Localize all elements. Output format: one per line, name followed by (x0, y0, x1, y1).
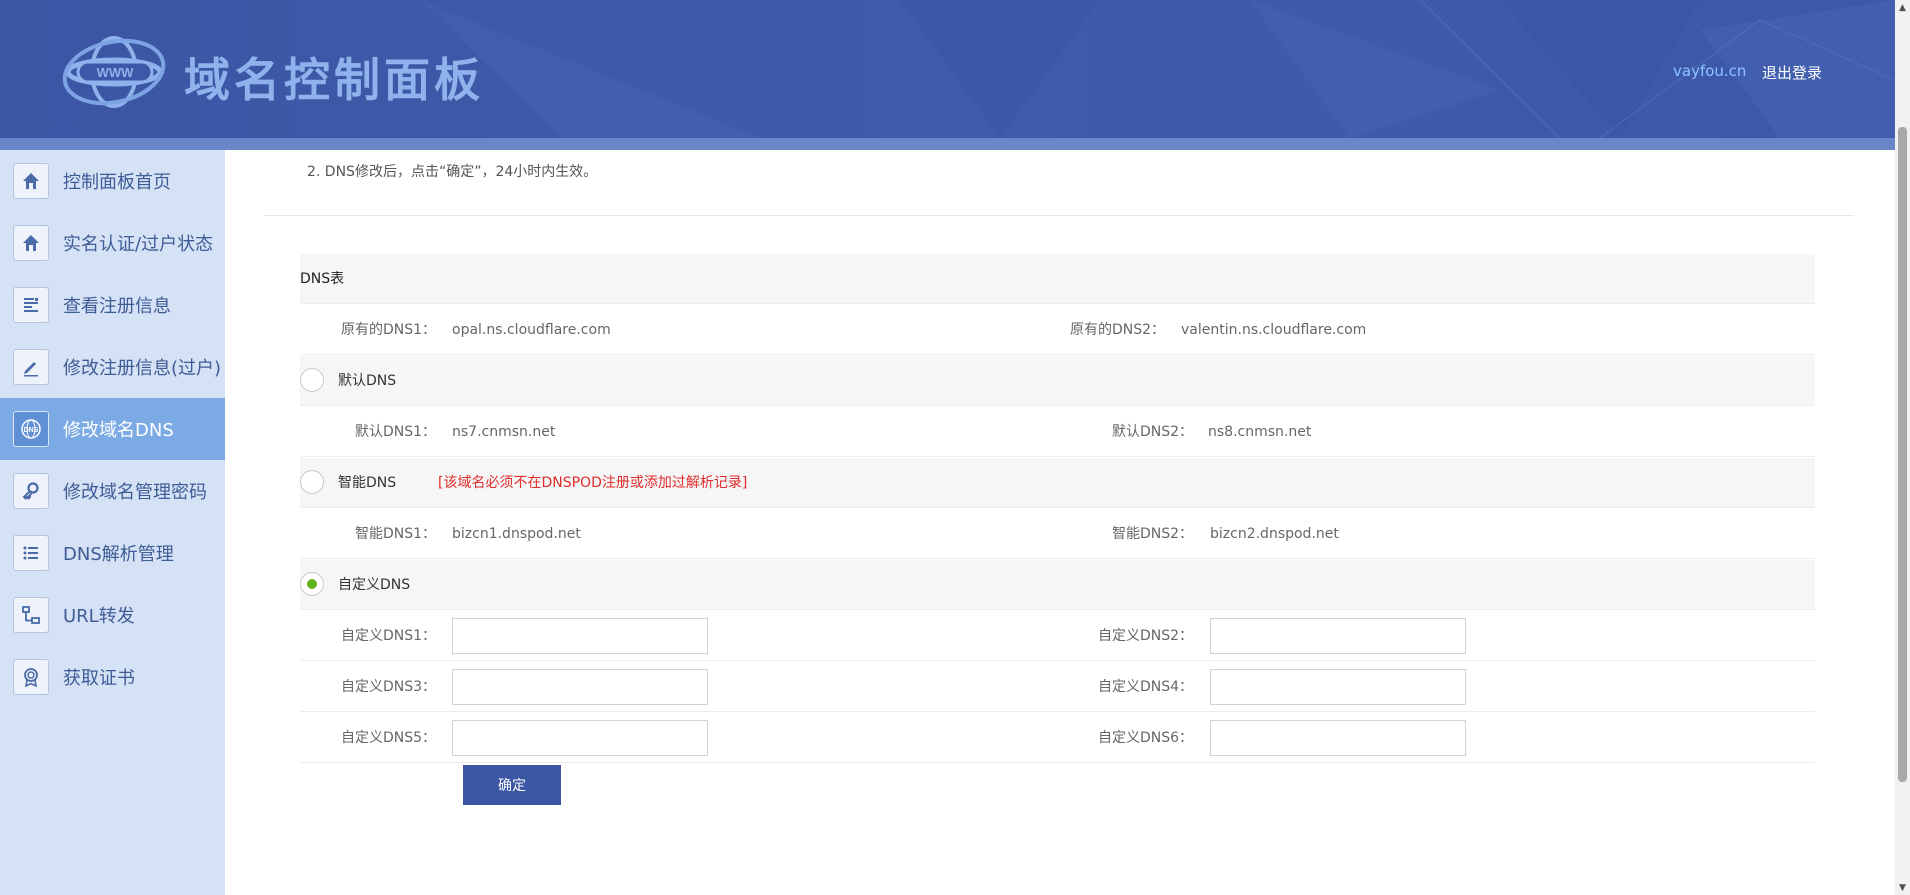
dns-table-header-row: DNS表 (300, 254, 1815, 304)
custom-dns1-input[interactable] (452, 618, 708, 654)
custom-dns3-input[interactable] (452, 669, 708, 705)
smart-dns1-label: 智能DNS1： (355, 526, 437, 542)
scroll-down-arrow-icon[interactable]: ▼ (1895, 880, 1910, 895)
sidebar: 控制面板首页 实名认证/过户状态 查看注册信息 修改注册信息(过户) DNS 修… (0, 150, 225, 895)
sidebar-item-modify-dns[interactable]: DNS 修改域名DNS (0, 398, 225, 460)
default-dns-radio[interactable] (300, 368, 324, 392)
sidebar-item-label: 查看注册信息 (63, 296, 171, 317)
original-dns-row: 原有的DNS1： opal.ns.cloudflare.com 原有的DNS2：… (300, 305, 1815, 355)
scroll-up-arrow-icon[interactable]: ▲ (1895, 0, 1910, 15)
custom-dns-option-label[interactable]: 自定义DNS (338, 560, 410, 610)
document-list-icon (13, 287, 49, 323)
pencil-icon (13, 349, 49, 385)
custom-dns-option-row: 自定义DNS (300, 560, 1815, 610)
custom-dns-row-2: 自定义DNS3： 自定义DNS4： (300, 662, 1815, 712)
default-dns2-label: 默认DNS2： (1112, 424, 1194, 440)
sidebar-item-label: 获取证书 (63, 668, 135, 689)
original-dns2-label: 原有的DNS2： (1070, 322, 1166, 338)
original-dns1-value: opal.ns.cloudflare.com (452, 322, 611, 338)
certificate-icon (13, 659, 49, 695)
table-title: DNS表 (300, 271, 345, 287)
instruction-note: 2. DNS修改后，点击“确定”，24小时内生效。 (307, 164, 598, 180)
sidebar-item-certificate[interactable]: 获取证书 (0, 646, 225, 708)
sidebar-item-url-forwarding[interactable]: URL转发 (0, 584, 225, 646)
header-strip (0, 138, 1895, 150)
sidebar-item-realname-status[interactable]: 实名认证/过户状态 (0, 212, 225, 274)
original-dns2-value: valentin.ns.cloudflare.com (1181, 322, 1367, 338)
logout-link[interactable]: 退出登录 (1762, 62, 1822, 83)
smart-dns2-value: bizcn2.dnspod.net (1210, 526, 1339, 542)
sidebar-item-label: URL转发 (63, 606, 135, 627)
custom-dns2-label: 自定义DNS2： (1098, 628, 1194, 644)
default-dns-values-row: 默认DNS1： ns7.cnmsn.net 默认DNS2： ns8.cnmsn.… (300, 407, 1815, 457)
custom-dns1-label: 自定义DNS1： (341, 628, 437, 644)
smart-dns2-label: 智能DNS2： (1112, 526, 1194, 542)
confirm-button[interactable]: 确定 (463, 765, 561, 805)
sidebar-item-label: 实名认证/过户状态 (63, 234, 214, 255)
brand-title: 域名控制面板 (184, 53, 484, 107)
divider (264, 215, 1854, 216)
custom-dns-radio[interactable] (300, 572, 324, 596)
custom-dns5-label: 自定义DNS5： (341, 730, 437, 746)
sidebar-item-modify-password[interactable]: 修改域名管理密码 (0, 460, 225, 522)
default-dns-option-label[interactable]: 默认DNS (338, 356, 396, 406)
sidebar-item-label: 修改注册信息(过户) (63, 358, 222, 379)
original-dns1-label: 原有的DNS1： (341, 322, 437, 338)
scroll-thumb[interactable] (1898, 127, 1907, 782)
home-icon (13, 163, 49, 199)
list-icon (13, 535, 49, 571)
custom-dns4-label: 自定义DNS4： (1098, 679, 1194, 695)
sidebar-item-label: 修改域名管理密码 (63, 482, 207, 503)
svg-text:DNS: DNS (24, 427, 39, 434)
default-dns1-value: ns7.cnmsn.net (452, 424, 556, 440)
logo-text: WWW (97, 65, 135, 80)
sidebar-item-label: 修改域名DNS (63, 420, 174, 441)
vertical-scrollbar[interactable]: ▲ ▼ (1895, 0, 1910, 895)
custom-dns2-input[interactable] (1210, 618, 1466, 654)
network-icon (13, 597, 49, 633)
sidebar-item-view-registration[interactable]: 查看注册信息 (0, 274, 225, 336)
custom-dns-row-3: 自定义DNS5： 自定义DNS6： (300, 713, 1815, 763)
sidebar-item-label: DNS解析管理 (63, 544, 174, 565)
smart-dns-option-label[interactable]: 智能DNS (338, 458, 396, 508)
custom-dns6-label: 自定义DNS6： (1098, 730, 1194, 746)
www-globe-logo-icon: WWW (62, 36, 166, 108)
custom-dns6-input[interactable] (1210, 720, 1466, 756)
user-domain-link[interactable]: vayfou.cn (1673, 62, 1746, 80)
sidebar-item-dns-management[interactable]: DNS解析管理 (0, 522, 225, 584)
smart-dns-radio[interactable] (300, 470, 324, 494)
key-icon (13, 473, 49, 509)
sidebar-item-dashboard[interactable]: 控制面板首页 (0, 150, 225, 212)
default-dns1-label: 默认DNS1： (355, 424, 437, 440)
smart-dns-values-row: 智能DNS1： bizcn1.dnspod.net 智能DNS2： bizcn2… (300, 509, 1815, 559)
dns-globe-icon: DNS (13, 411, 49, 447)
header: WWW 域名控制面板 vayfou.cn 退出登录 (0, 0, 1895, 138)
sidebar-item-edit-registration[interactable]: 修改注册信息(过户) (0, 336, 225, 398)
custom-dns5-input[interactable] (452, 720, 708, 756)
home-icon (13, 225, 49, 261)
smart-dns-warning: [该域名必须不在DNSPOD注册或添加过解析记录] (438, 475, 748, 491)
smart-dns1-value: bizcn1.dnspod.net (452, 526, 581, 542)
custom-dns-row-1: 自定义DNS1： 自定义DNS2： (300, 611, 1815, 661)
sidebar-item-label: 控制面板首页 (63, 172, 171, 193)
custom-dns3-label: 自定义DNS3： (341, 679, 437, 695)
custom-dns4-input[interactable] (1210, 669, 1466, 705)
default-dns2-value: ns8.cnmsn.net (1208, 424, 1312, 440)
default-dns-option-row: 默认DNS (300, 356, 1815, 406)
smart-dns-option-row: 智能DNS [该域名必须不在DNSPOD注册或添加过解析记录] (300, 458, 1815, 508)
